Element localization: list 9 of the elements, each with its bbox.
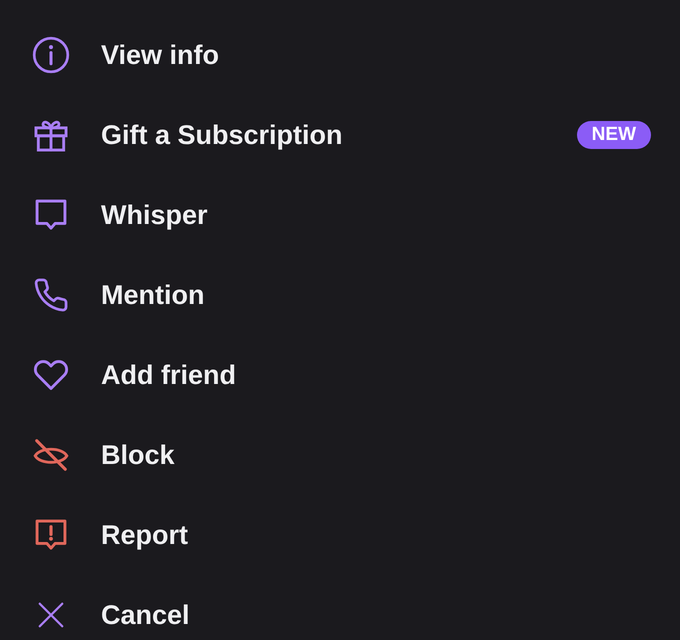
menu-item[interactable]: Add friend xyxy=(0,351,680,399)
menu-item[interactable]: Whisper xyxy=(0,191,680,239)
menu-item[interactable]: Gift a Subscription NEW xyxy=(0,111,680,159)
menu-item[interactable]: Cancel xyxy=(0,591,680,639)
menu-item[interactable]: Mention xyxy=(0,271,680,319)
new-badge: NEW xyxy=(576,121,651,149)
menu-item[interactable]: View info xyxy=(0,31,680,79)
menu-item[interactable]: Block xyxy=(0,431,680,479)
menu-item[interactable]: Report xyxy=(0,511,680,559)
